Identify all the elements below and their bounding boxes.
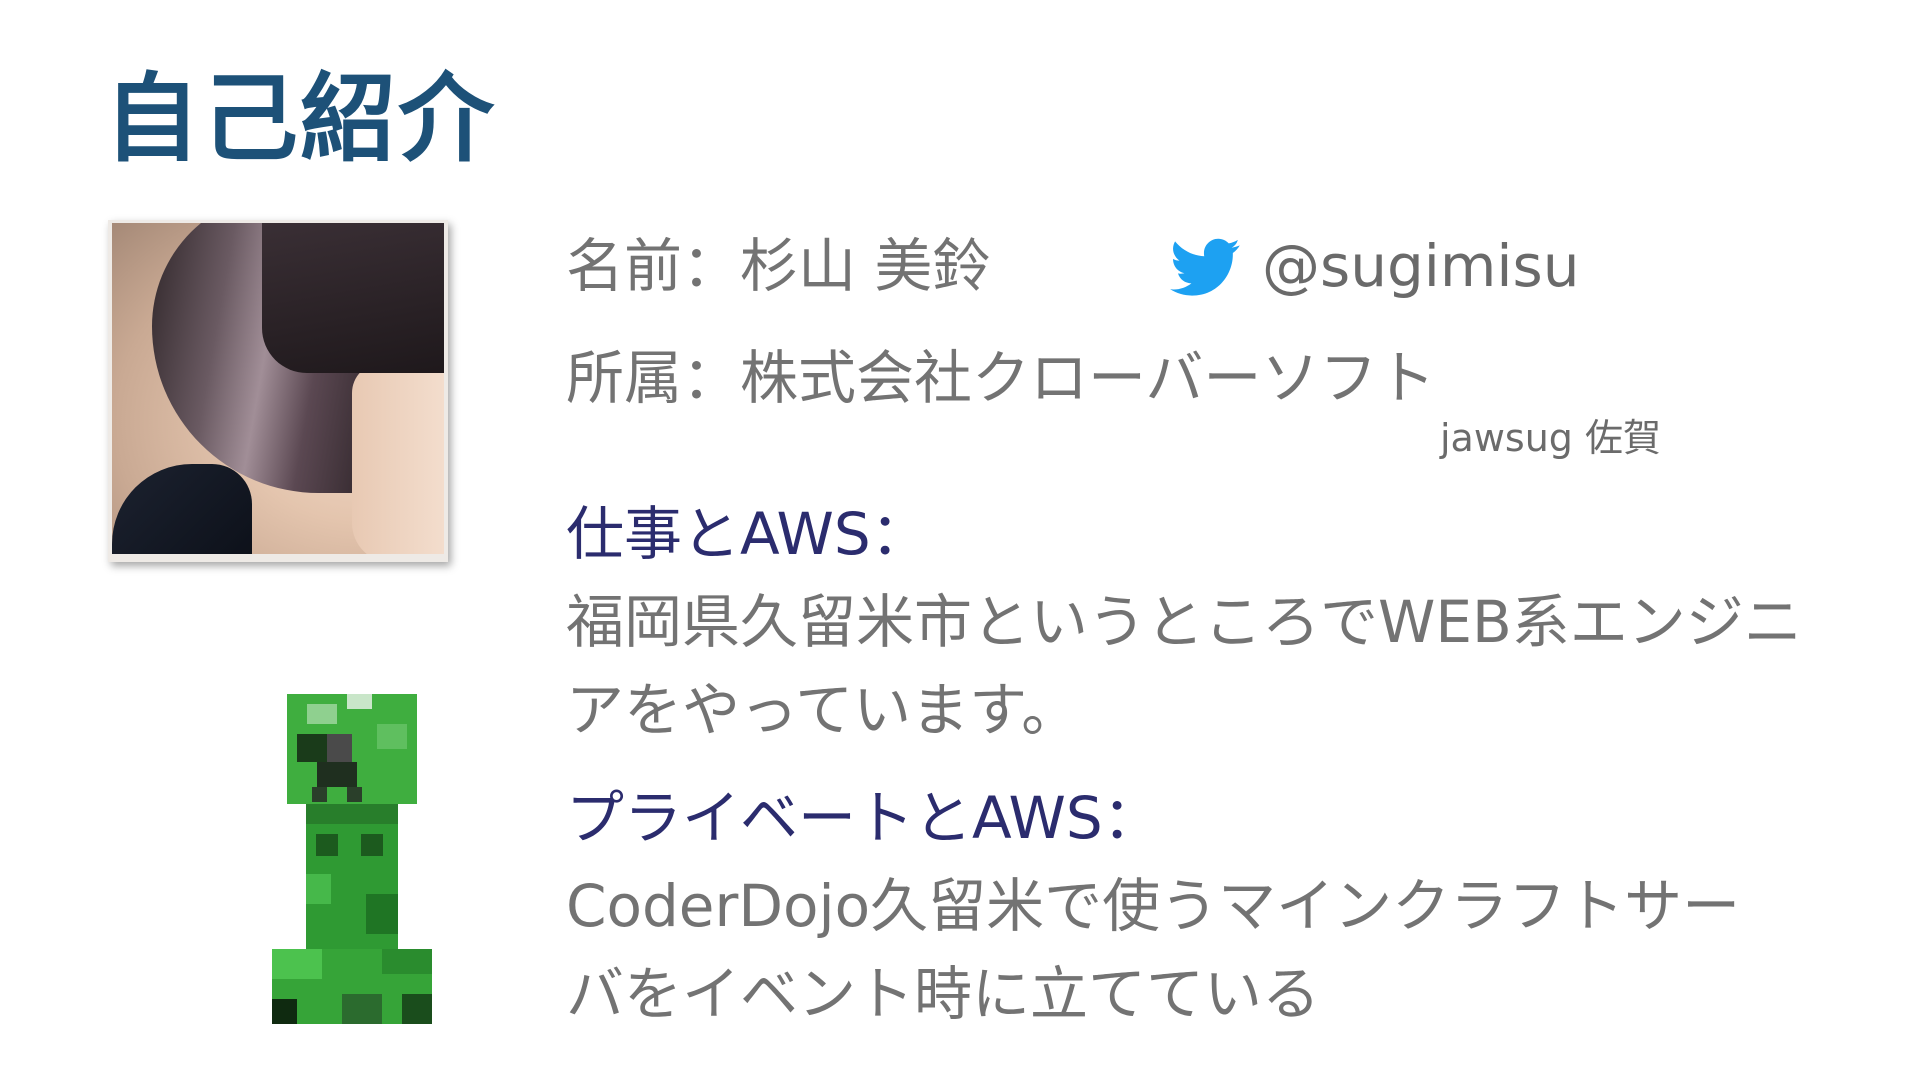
twitter-handle[interactable]: @sugimisu [1262, 232, 1580, 302]
work-heading: 仕事とAWS： [566, 500, 929, 568]
creeper-illustration [272, 694, 432, 1024]
slide-title: 自己紹介 [104, 63, 496, 175]
private-text-line-1: CoderDojo久留米で使うマインクラフトサー [566, 872, 1741, 940]
private-heading: プライベートとAWS： [566, 784, 1161, 852]
profile-photo [108, 220, 448, 562]
twitter-bird-icon [1170, 238, 1240, 296]
name-line: 名前：杉山 美鈴 [566, 232, 991, 300]
private-text-line-2: バをイベント時に立てている [566, 960, 1321, 1028]
affiliation-line: 所属：株式会社クローバーソフト [566, 344, 1436, 412]
work-text-line-1: 福岡県久留米市というところでWEB系エンジニ [566, 588, 1802, 656]
community-label: jawsug 佐賀 [1440, 416, 1662, 460]
work-text-line-2: アをやっています。 [566, 676, 1080, 744]
